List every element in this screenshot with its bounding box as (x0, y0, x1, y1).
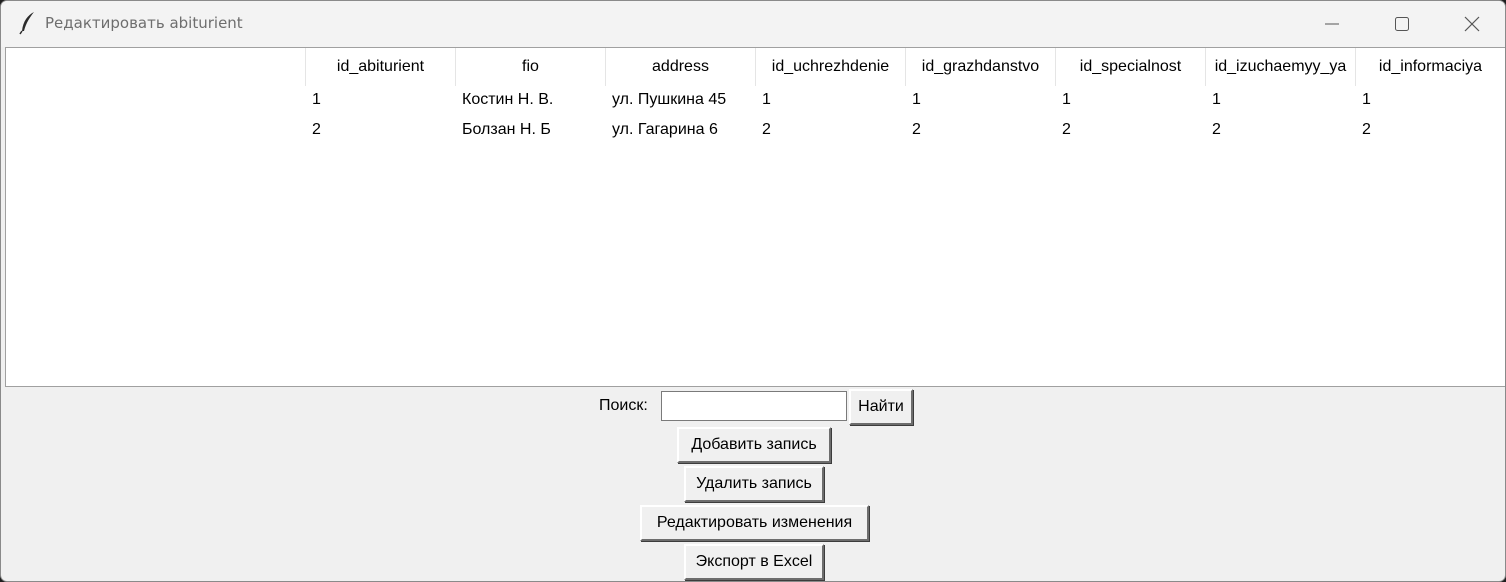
maximize-button[interactable] (1367, 1, 1437, 47)
delete-record-button[interactable]: Удалить запись (684, 466, 824, 502)
column-header[interactable]: id_informaciya (1355, 48, 1505, 86)
column-header[interactable]: fio (455, 48, 605, 86)
find-button[interactable]: Найти (849, 389, 913, 425)
table-cell: 2 (762, 121, 771, 138)
table-cell: Костин Н. В. (462, 91, 554, 108)
search-label: Поиск: (599, 397, 648, 414)
column-header[interactable]: id_grazhdanstvo (905, 48, 1055, 86)
table-cell: 2 (912, 121, 921, 138)
table-cell: 1 (762, 91, 771, 108)
window-title: Редактировать abiturient (45, 14, 243, 32)
column-header[interactable]: id_izuchaemyy_ya (1205, 48, 1355, 86)
table-cell: 1 (312, 91, 321, 108)
table-cell: Болзан Н. Б (462, 121, 551, 138)
close-icon (1464, 16, 1480, 32)
minimize-icon (1325, 23, 1339, 25)
export-excel-button[interactable]: Экспорт в Excel (684, 544, 824, 580)
edit-changes-button[interactable]: Редактировать изменения (640, 505, 869, 541)
table-cell: 1 (912, 91, 921, 108)
table-cell: 2 (1062, 121, 1071, 138)
table-header: id_abiturient fio address id_uchrezhdeni… (6, 48, 1505, 86)
controls-panel: Поиск: Найти Добавить запись Удалить зап… (1, 387, 1505, 581)
records-table[interactable]: id_abiturient fio address id_uchrezhdeni… (5, 47, 1505, 387)
minimize-button[interactable] (1297, 1, 1367, 47)
table-cell: 2 (1212, 121, 1221, 138)
table-cell: 1 (1362, 91, 1371, 108)
add-record-button[interactable]: Добавить запись (677, 427, 831, 463)
column-header[interactable]: address (605, 48, 755, 86)
table-cell: 2 (312, 121, 321, 138)
app-window: Редактировать abiturient id_abiturient f… (0, 0, 1506, 582)
close-button[interactable] (1437, 1, 1505, 47)
table-cell: ул. Гагарина 6 (612, 121, 718, 138)
maximize-icon (1395, 17, 1409, 31)
feather-icon (19, 11, 37, 35)
table-cell: 1 (1212, 91, 1221, 108)
search-input[interactable] (661, 391, 847, 421)
title-bar[interactable]: Редактировать abiturient (1, 1, 1505, 47)
table-cell: 1 (1062, 91, 1071, 108)
table-cell: ул. Пушкина 45 (612, 91, 727, 108)
column-header[interactable]: id_abiturient (305, 48, 455, 86)
column-header[interactable]: id_specialnost (1055, 48, 1205, 86)
table-row[interactable]: 1 Костин Н. В. ул. Пушкина 45 1 1 1 1 1 (6, 85, 1505, 115)
table-row[interactable]: 2 Болзан Н. Б ул. Гагарина 6 2 2 2 2 2 (6, 115, 1505, 145)
table-cell: 2 (1362, 121, 1371, 138)
column-header[interactable]: id_uchrezhdenie (755, 48, 905, 86)
